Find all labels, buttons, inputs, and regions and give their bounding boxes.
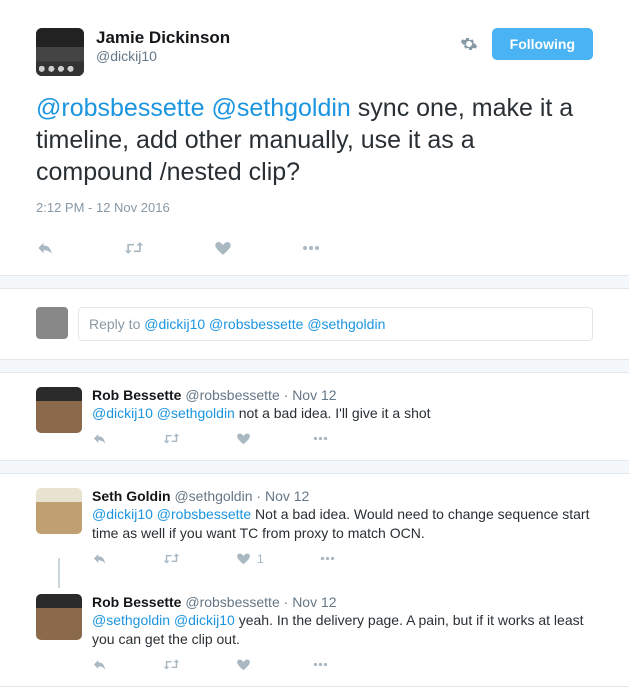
mention-link: @dickij10 bbox=[144, 316, 205, 332]
reply-icon[interactable] bbox=[36, 239, 54, 257]
reply-tweet[interactable]: Rob Bessette @robsbessette · Nov 12 @set… bbox=[0, 580, 629, 686]
reply-date[interactable]: Nov 12 bbox=[292, 594, 336, 610]
reply-actions bbox=[92, 649, 593, 682]
mention-link[interactable]: @robsbessette bbox=[157, 506, 251, 522]
more-icon[interactable] bbox=[302, 239, 320, 257]
gear-icon[interactable] bbox=[460, 35, 478, 53]
reply-author-handle[interactable]: @robsbessette bbox=[185, 387, 279, 403]
reply-date[interactable]: Nov 12 bbox=[265, 488, 309, 504]
mention-link: @robsbessette bbox=[209, 316, 303, 332]
reply-avatar[interactable] bbox=[36, 594, 82, 640]
reply-icon[interactable] bbox=[92, 657, 107, 672]
reply-author-handle[interactable]: @robsbessette bbox=[185, 594, 279, 610]
more-icon[interactable] bbox=[313, 657, 328, 672]
like-count: 1 bbox=[257, 552, 264, 566]
reply-text: @sethgoldin @dickij10 yeah. In the deliv… bbox=[92, 611, 593, 649]
mention-link[interactable]: @dickij10 bbox=[92, 506, 153, 522]
mention-link[interactable]: @sethgoldin bbox=[157, 405, 235, 421]
more-icon[interactable] bbox=[313, 431, 328, 446]
reply-avatar[interactable] bbox=[36, 488, 82, 534]
tweet-header: Jamie Dickinson @dickij10 Following bbox=[36, 28, 593, 76]
more-icon[interactable] bbox=[320, 551, 335, 566]
main-tweet: Jamie Dickinson @dickij10 Following @rob… bbox=[0, 0, 629, 276]
reply-author-handle[interactable]: @sethgoldin bbox=[174, 488, 252, 504]
mention-link[interactable]: @dickij10 bbox=[92, 405, 153, 421]
author-avatar[interactable] bbox=[36, 28, 84, 76]
mention-link[interactable]: @sethgoldin bbox=[211, 94, 350, 122]
reply-icon[interactable] bbox=[92, 431, 107, 446]
like-icon[interactable]: 1 bbox=[236, 551, 264, 566]
reply-prefix: Reply to bbox=[89, 316, 144, 332]
reply-avatar[interactable] bbox=[36, 387, 82, 433]
like-icon[interactable] bbox=[214, 239, 232, 257]
self-avatar[interactable] bbox=[36, 307, 68, 339]
retweet-icon[interactable] bbox=[163, 657, 180, 672]
reply-date[interactable]: Nov 12 bbox=[292, 387, 336, 403]
reply-actions: 1 bbox=[92, 543, 593, 576]
retweet-icon[interactable] bbox=[163, 551, 180, 566]
author-block[interactable]: Jamie Dickinson @dickij10 bbox=[96, 28, 460, 64]
reply-tweet[interactable]: Seth Goldin @sethgoldin · Nov 12 @dickij… bbox=[0, 474, 629, 580]
reply-icon[interactable] bbox=[92, 551, 107, 566]
reply-composer: Reply to @dickij10 @robsbessette @sethgo… bbox=[0, 288, 629, 360]
tweet-actions bbox=[36, 229, 593, 275]
mention-link[interactable]: @dickij10 bbox=[174, 612, 235, 628]
tweet-text: @robsbessette @sethgoldin sync one, make… bbox=[36, 92, 593, 188]
like-icon[interactable] bbox=[236, 431, 257, 446]
reply-input[interactable]: Reply to @dickij10 @robsbessette @sethgo… bbox=[78, 307, 593, 341]
retweet-icon[interactable] bbox=[124, 239, 144, 257]
reply-author-name[interactable]: Rob Bessette bbox=[92, 387, 181, 403]
reply-author-name[interactable]: Rob Bessette bbox=[92, 594, 181, 610]
mention-link: @sethgoldin bbox=[307, 316, 385, 332]
reply-actions bbox=[92, 423, 593, 456]
reply-text: @dickij10 @robsbessette Not a bad idea. … bbox=[92, 505, 593, 543]
mention-link[interactable]: @robsbessette bbox=[36, 94, 205, 122]
like-icon[interactable] bbox=[236, 657, 257, 672]
retweet-icon[interactable] bbox=[163, 431, 180, 446]
reply-text: @dickij10 @sethgoldin not a bad idea. I'… bbox=[92, 404, 593, 423]
author-handle: @dickij10 bbox=[96, 48, 460, 64]
follow-button[interactable]: Following bbox=[492, 28, 593, 60]
timestamp[interactable]: 2:12 PM - 12 Nov 2016 bbox=[36, 200, 593, 215]
mention-link[interactable]: @sethgoldin bbox=[92, 612, 170, 628]
reply-thread: Rob Bessette @robsbessette · Nov 12 @dic… bbox=[0, 372, 629, 461]
reply-thread: Seth Goldin @sethgoldin · Nov 12 @dickij… bbox=[0, 473, 629, 687]
author-name: Jamie Dickinson bbox=[96, 28, 460, 48]
reply-author-name[interactable]: Seth Goldin bbox=[92, 488, 171, 504]
reply-tweet[interactable]: Rob Bessette @robsbessette · Nov 12 @dic… bbox=[0, 373, 629, 460]
